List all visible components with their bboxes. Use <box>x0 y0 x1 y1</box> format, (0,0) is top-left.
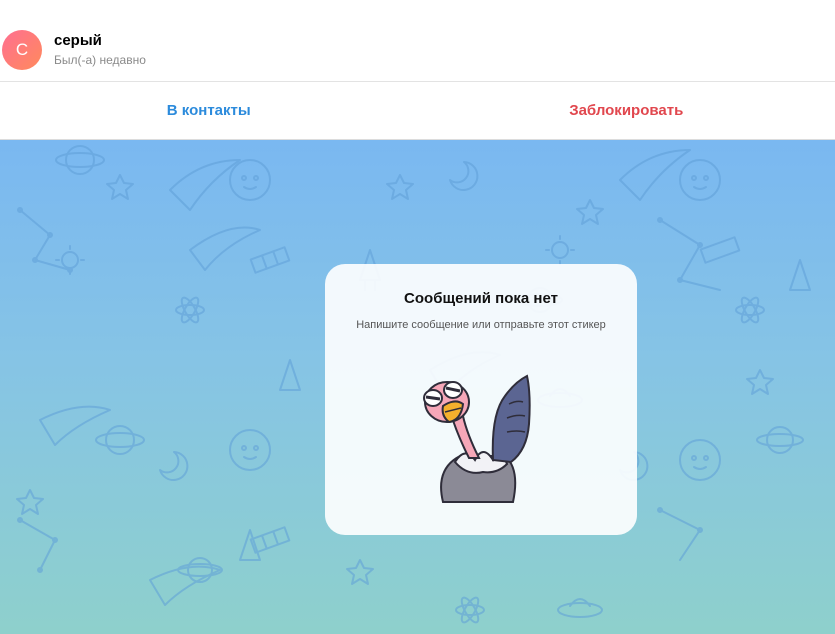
avatar[interactable]: С <box>2 30 42 70</box>
ostrich-sticker-icon[interactable] <box>405 374 545 504</box>
block-user-button[interactable]: Заблокировать <box>418 82 835 140</box>
contact-name[interactable]: серый <box>54 32 102 49</box>
add-to-contacts-button[interactable]: В контакты <box>0 82 418 140</box>
chat-background: Сообщений пока нет Напишите сообщение ил… <box>0 140 835 634</box>
chat-header: С серый Был(-а) недавно <box>0 0 835 82</box>
action-bar: В контакты Заблокировать <box>0 82 835 140</box>
empty-chat-subtitle: Напишите сообщение или отправьте этот ст… <box>356 319 606 331</box>
contact-status: Был(-а) недавно <box>54 53 146 67</box>
empty-chat-title: Сообщений пока нет <box>404 290 558 307</box>
empty-chat-card: Сообщений пока нет Напишите сообщение ил… <box>325 264 637 535</box>
